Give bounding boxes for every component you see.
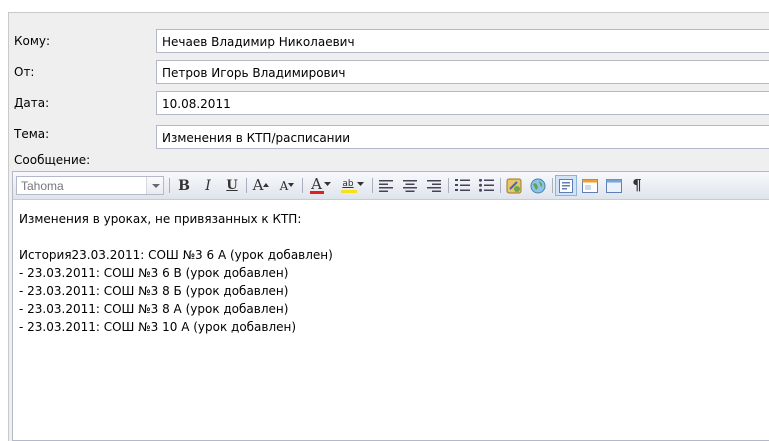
message-body[interactable]: Изменения в уроках, не привязанных к КТП… bbox=[19, 210, 769, 336]
underline-icon: U bbox=[226, 178, 238, 193]
insert-table-button[interactable] bbox=[579, 175, 601, 196]
toolbar-separator bbox=[372, 178, 373, 193]
message-line: - 23.03.2011: СОШ №3 8 Б (урок добавлен) bbox=[19, 284, 289, 298]
message-form: Кому: Нечаев Владимир Николаевич От: Пет… bbox=[8, 12, 769, 441]
align-right-icon bbox=[427, 179, 441, 192]
bullet-list-icon bbox=[478, 179, 494, 192]
message-line: - 23.03.2011: СОШ №3 8 А (урок добавлен) bbox=[19, 302, 289, 316]
align-center-icon bbox=[403, 179, 417, 192]
from-field[interactable]: Петров Игорь Владимирович bbox=[156, 60, 769, 84]
italic-button[interactable]: I bbox=[197, 175, 219, 196]
window-icon bbox=[582, 178, 598, 193]
date-label: Дата: bbox=[14, 96, 50, 110]
grid-icon bbox=[606, 178, 622, 193]
show-formatting-button[interactable]: ¶ bbox=[627, 175, 647, 196]
pilcrow-icon: ¶ bbox=[632, 176, 642, 194]
source-icon bbox=[559, 178, 573, 193]
message-line bbox=[19, 228, 769, 246]
font-select-value: Tahoma bbox=[21, 179, 64, 193]
insert-image-button[interactable] bbox=[527, 175, 549, 196]
subject-field[interactable]: Изменения в КТП/расписании bbox=[156, 125, 769, 149]
bold-icon: B bbox=[178, 177, 190, 194]
arrow-down-icon bbox=[288, 182, 295, 187]
highlight-color-swatch bbox=[341, 190, 357, 193]
align-right-button[interactable] bbox=[423, 175, 445, 196]
toolbar-separator bbox=[302, 178, 303, 193]
date-row: Дата: 10.08.2011 bbox=[9, 89, 769, 118]
source-edit-button[interactable] bbox=[555, 175, 577, 196]
numbered-list-icon bbox=[454, 179, 470, 191]
message-line: - 23.03.2011: СОШ №3 6 В (урок добавлен) bbox=[19, 266, 289, 280]
bullet-list-button[interactable] bbox=[475, 175, 497, 196]
font-color-swatch bbox=[310, 191, 324, 194]
align-left-icon bbox=[379, 179, 393, 192]
subject-row: Тема: Изменения в КТП/расписании bbox=[9, 123, 769, 152]
to-field[interactable]: Нечаев Владимир Николаевич bbox=[156, 29, 769, 53]
date-field[interactable]: 10.08.2011 bbox=[156, 91, 769, 115]
grow-font-icon: A bbox=[252, 176, 264, 194]
insert-link-button[interactable] bbox=[503, 175, 525, 196]
fullscreen-button[interactable] bbox=[603, 175, 625, 196]
html-editor: Tahoma B I U A A A ab ¶ Изменения в урок… bbox=[12, 171, 769, 441]
highlight-icon: ab bbox=[342, 179, 354, 189]
font-color-icon: A bbox=[311, 175, 322, 193]
numbered-list-button[interactable] bbox=[451, 175, 473, 196]
font-select[interactable]: Tahoma bbox=[16, 176, 164, 195]
align-left-button[interactable] bbox=[375, 175, 397, 196]
from-label: От: bbox=[14, 65, 35, 79]
toolbar-separator bbox=[169, 178, 170, 193]
toolbar-separator bbox=[448, 178, 449, 193]
from-row: От: Петров Игорь Владимирович bbox=[9, 58, 769, 87]
editor-toolbar: Tahoma B I U A A A ab ¶ bbox=[13, 172, 769, 200]
chevron-down-icon[interactable] bbox=[146, 177, 163, 194]
message-label: Сообщение: bbox=[14, 153, 91, 167]
toolbar-separator bbox=[246, 178, 247, 193]
underline-button[interactable]: U bbox=[221, 175, 243, 196]
chevron-down-icon bbox=[323, 181, 331, 186]
to-label: Кому: bbox=[14, 34, 51, 48]
shrink-font-icon: A bbox=[279, 178, 289, 193]
link-icon bbox=[506, 178, 522, 193]
highlight-color-button[interactable]: ab bbox=[338, 175, 368, 196]
message-line: Изменения в уроках, не привязанных к КТП… bbox=[19, 212, 302, 226]
arrow-up-icon bbox=[263, 182, 270, 187]
toolbar-separator bbox=[552, 178, 553, 193]
globe-icon bbox=[530, 178, 546, 193]
subject-label: Тема: bbox=[14, 127, 50, 141]
message-line: История23.03.2011: СОШ №3 6 А (урок доба… bbox=[19, 248, 333, 262]
font-color-button[interactable]: A bbox=[306, 175, 336, 196]
shrink-font-button[interactable]: A bbox=[275, 175, 299, 196]
to-row: Кому: Нечаев Владимир Николаевич bbox=[9, 27, 769, 56]
toolbar-separator bbox=[500, 178, 501, 193]
align-center-button[interactable] bbox=[399, 175, 421, 196]
chevron-down-icon bbox=[356, 181, 364, 186]
bold-button[interactable]: B bbox=[173, 175, 195, 196]
grow-font-button[interactable]: A bbox=[249, 175, 273, 196]
italic-icon: I bbox=[205, 177, 211, 194]
message-line: - 23.03.2011: СОШ №3 10 А (урок добавлен… bbox=[19, 320, 297, 334]
